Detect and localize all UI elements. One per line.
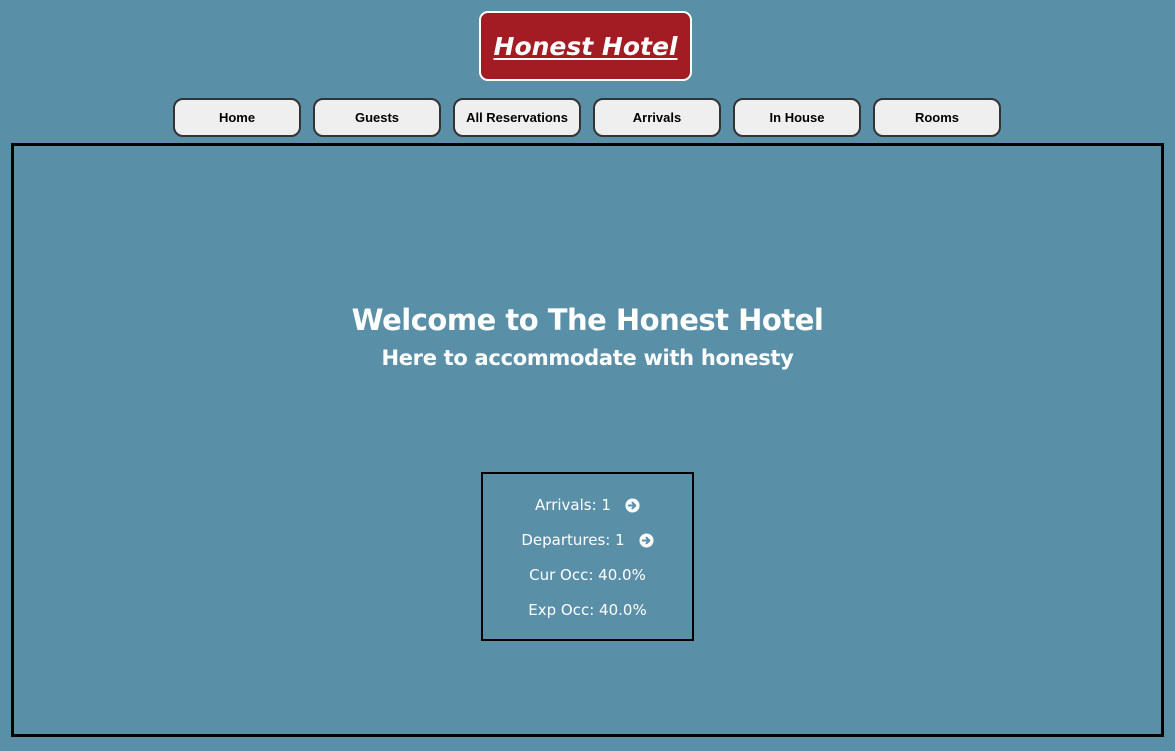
- nav-home-button[interactable]: Home: [173, 98, 301, 137]
- nav-guests-button[interactable]: Guests: [313, 98, 441, 137]
- logo-text[interactable]: Honest Hotel: [494, 32, 678, 61]
- stat-arrivals-label: Arrivals: 1: [535, 496, 611, 514]
- circle-arrow-right-icon[interactable]: [639, 532, 654, 548]
- stat-expected-occupancy-label: Exp Occ: 40.0%: [528, 601, 647, 619]
- nav-all-reservations-button[interactable]: All Reservations: [453, 98, 581, 137]
- logo-badge[interactable]: Honest Hotel: [479, 11, 692, 81]
- stat-arrivals: Arrivals: 1: [483, 496, 692, 514]
- welcome-title: Welcome to The Honest Hotel: [351, 303, 824, 337]
- stat-departures: Departures: 1: [483, 531, 692, 549]
- welcome-subtitle: Here to accommodate with honesty: [381, 346, 794, 370]
- nav-rooms-button[interactable]: Rooms: [873, 98, 1001, 137]
- circle-arrow-right-icon[interactable]: [625, 497, 640, 513]
- stat-current-occupancy-label: Cur Occ: 40.0%: [529, 566, 646, 584]
- stat-departures-label: Departures: 1: [521, 531, 625, 549]
- stat-expected-occupancy: Exp Occ: 40.0%: [483, 601, 692, 619]
- main-panel: Welcome to The Honest Hotel Here to acco…: [11, 143, 1164, 737]
- stat-current-occupancy: Cur Occ: 40.0%: [483, 566, 692, 584]
- nav-arrivals-button[interactable]: Arrivals: [593, 98, 721, 137]
- stats-box: Arrivals: 1 Departures: 1 Cur Occ: 40.0%…: [481, 472, 694, 641]
- main-nav: Home Guests All Reservations Arrivals In…: [173, 98, 1001, 137]
- page: Honest Hotel Home Guests All Reservation…: [0, 0, 1175, 751]
- nav-in-house-button[interactable]: In House: [733, 98, 861, 137]
